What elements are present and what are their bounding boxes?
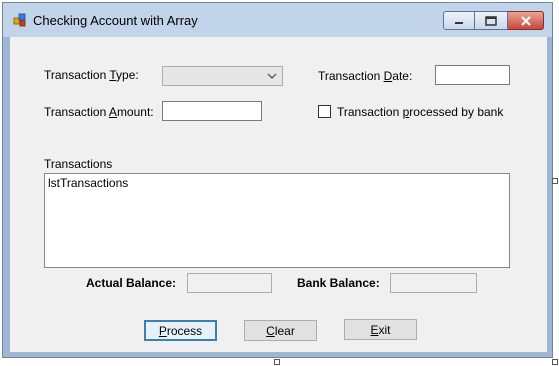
maximize-button[interactable] xyxy=(475,11,508,30)
transactions-listbox[interactable]: lstTransactions xyxy=(44,173,510,268)
minimize-button[interactable] xyxy=(443,11,475,30)
window-frame: Checking Account with Array Transaction … xyxy=(2,2,553,358)
chevron-down-icon xyxy=(267,73,277,79)
clear-button[interactable]: Clear xyxy=(244,320,317,341)
transaction-date-label: Transaction Date: xyxy=(318,69,413,83)
transaction-date-input[interactable] xyxy=(435,65,510,85)
resize-handle-corner[interactable] xyxy=(552,359,558,365)
bank-balance-field xyxy=(390,273,477,293)
app-icon xyxy=(13,13,26,27)
transaction-amount-input[interactable] xyxy=(162,101,262,121)
resize-handle-right[interactable] xyxy=(552,178,558,184)
bank-balance-label: Bank Balance: xyxy=(297,276,380,290)
processed-by-bank-checkbox[interactable] xyxy=(318,105,331,118)
list-item[interactable]: lstTransactions xyxy=(48,176,506,190)
process-button[interactable]: Process xyxy=(144,320,217,341)
minimize-icon xyxy=(455,21,463,24)
transaction-amount-label: Transaction Amount: xyxy=(44,105,154,119)
processed-by-bank-label[interactable]: Transaction processed by bank xyxy=(337,105,503,119)
form-client-area: Transaction Type: Transaction Date: Tran… xyxy=(10,37,547,352)
title-bar[interactable]: Checking Account with Array xyxy=(3,3,552,37)
actual-balance-field xyxy=(187,273,272,293)
exit-button[interactable]: Exit xyxy=(344,319,417,340)
transaction-type-label: Transaction Type: xyxy=(44,68,139,82)
maximize-icon xyxy=(485,15,497,26)
actual-balance-label: Actual Balance: xyxy=(86,276,177,290)
resize-handle-bottom[interactable] xyxy=(274,359,280,365)
close-icon xyxy=(520,15,531,26)
window-title: Checking Account with Array xyxy=(33,13,198,28)
transaction-type-combobox[interactable] xyxy=(162,66,283,86)
close-button[interactable] xyxy=(508,11,544,30)
transactions-label: Transactions xyxy=(44,157,113,171)
